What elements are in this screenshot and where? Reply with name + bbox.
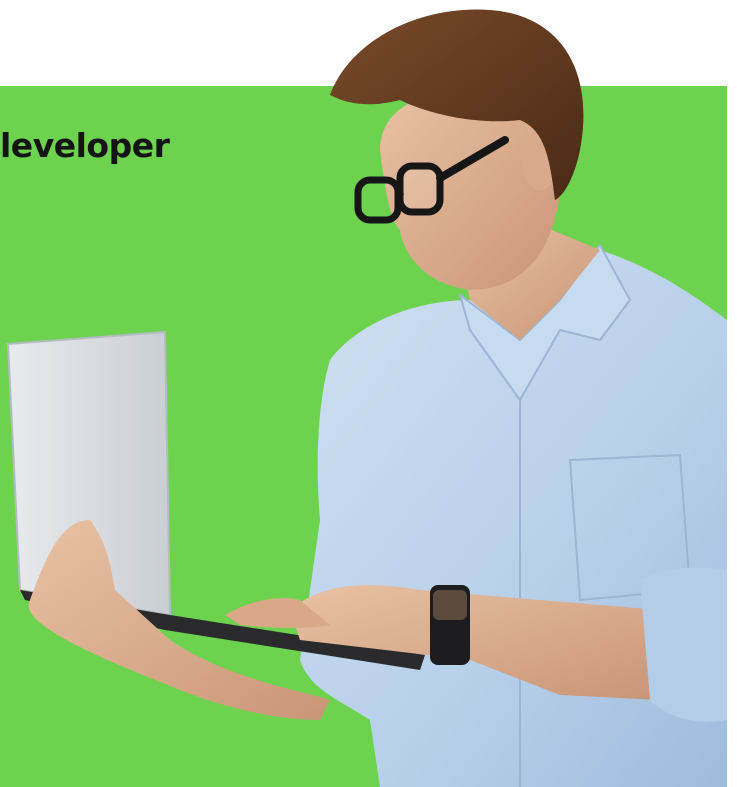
wristwatch xyxy=(430,585,470,665)
man-with-laptop-photo xyxy=(6,9,727,787)
banner-canvas: leveloper xyxy=(0,0,737,787)
right-sleeve xyxy=(640,567,727,722)
